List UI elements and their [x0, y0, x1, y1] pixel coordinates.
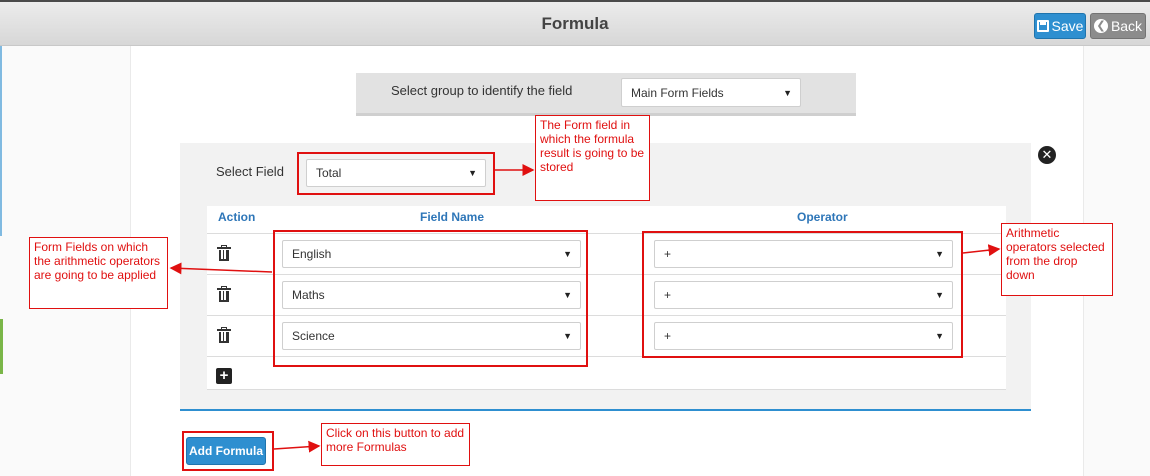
highlight-field-names — [273, 230, 588, 367]
highlight-operators — [642, 231, 963, 358]
trash-icon[interactable] — [217, 286, 231, 302]
column-header-field-name: Field Name — [420, 210, 485, 224]
plus-square-icon[interactable]: + — [216, 368, 232, 384]
caret-down-icon: ▼ — [783, 87, 792, 98]
select-field-label: Select Field — [216, 164, 284, 179]
close-circle-icon[interactable]: ✕ — [1038, 146, 1056, 164]
highlight-select-field — [297, 152, 495, 195]
group-select-value: Main Form Fields — [631, 85, 724, 100]
group-label: Select group to identify the field — [391, 83, 573, 98]
back-button[interactable]: ❮ Back — [1090, 13, 1146, 39]
row-divider — [207, 389, 1006, 390]
back-button-label: Back — [1110, 18, 1143, 34]
save-button[interactable]: Save — [1034, 13, 1086, 39]
annotation-operators: Arithmetic operators selected from the d… — [1001, 223, 1113, 296]
annotation-result-field: The Form field in which the formula resu… — [535, 115, 650, 201]
save-icon — [1036, 20, 1049, 32]
trash-icon[interactable] — [217, 245, 231, 261]
group-select[interactable]: Main Form Fields ▼ — [621, 78, 801, 107]
save-button-label: Save — [1051, 18, 1084, 34]
back-circle-icon: ❮ — [1093, 19, 1108, 33]
left-accent-mark — [0, 319, 3, 374]
annotation-form-fields: Form Fields on which the arithmetic oper… — [29, 237, 168, 309]
top-bar: Formula — [0, 0, 1150, 46]
column-header-action: Action — [218, 210, 256, 224]
left-edge-line — [0, 46, 2, 236]
annotation-add-button: Click on this button to add more Formula… — [321, 423, 470, 466]
page-title: Formula — [541, 14, 609, 33]
trash-icon[interactable] — [217, 327, 231, 343]
highlight-add-formula — [182, 431, 274, 471]
column-header-operator: Operator — [797, 210, 848, 224]
